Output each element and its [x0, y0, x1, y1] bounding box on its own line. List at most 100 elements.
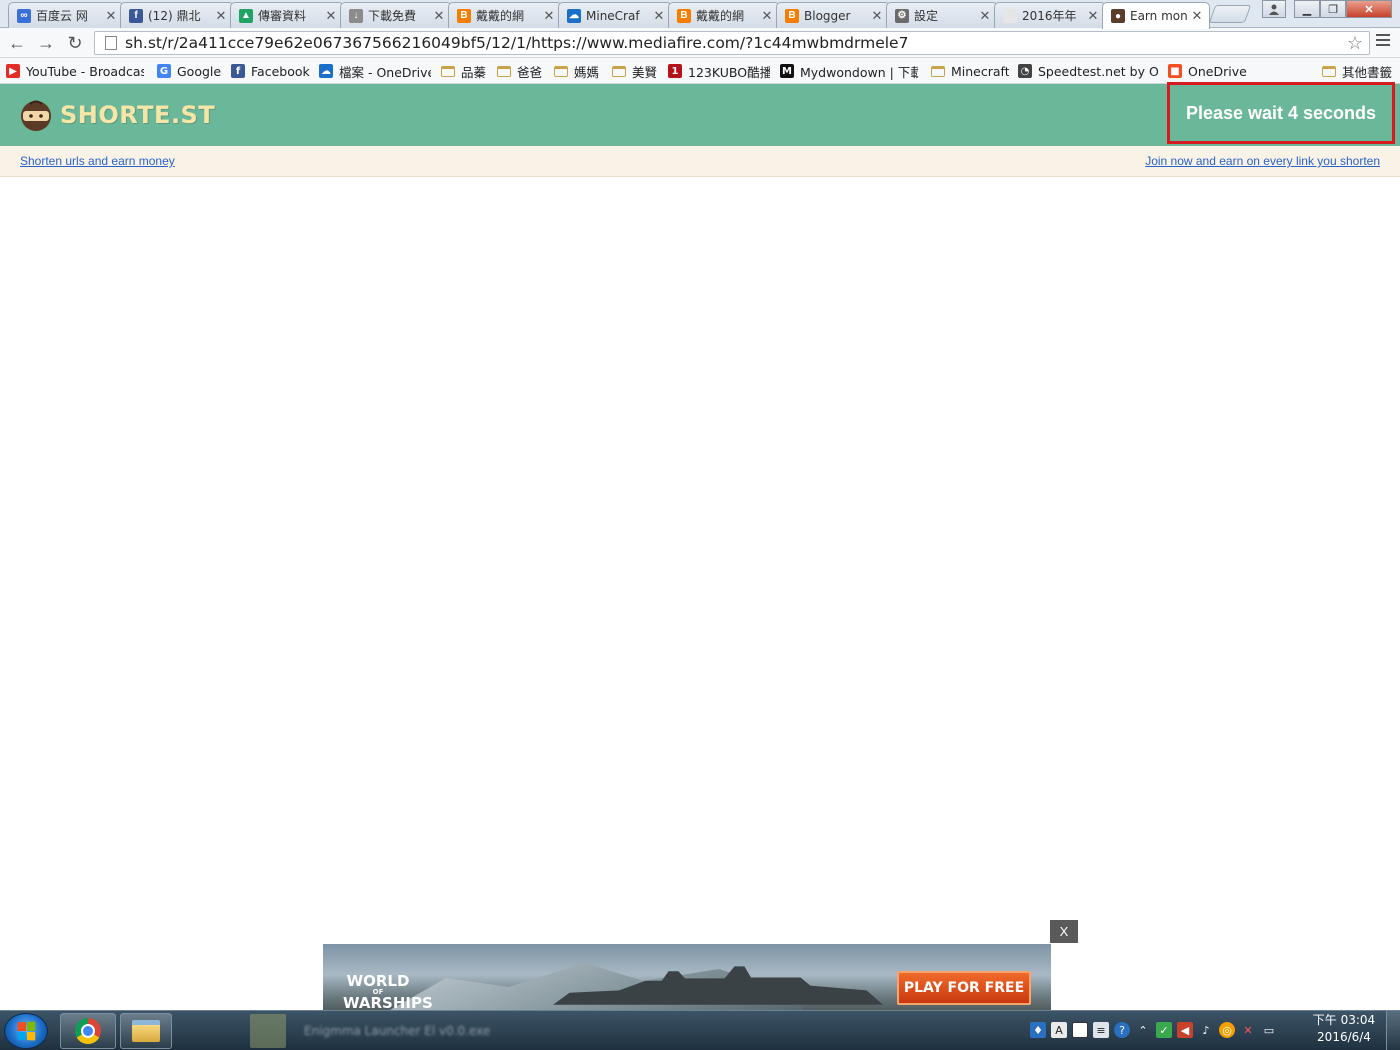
browser-tab[interactable]: B 戴戴的網 ✕ — [448, 2, 562, 28]
onedrive-icon: ☁ — [319, 64, 333, 78]
bookmark-item[interactable]: Minecraft — [931, 62, 1009, 80]
join-now-link[interactable]: Join now and earn on every link you shor… — [1145, 154, 1380, 168]
tab-close-icon[interactable]: ✕ — [761, 8, 773, 24]
browser-tab[interactable]: ▲ 傳審資料 ✕ — [230, 2, 344, 28]
other-bookmarks[interactable]: 其他書籤 — [1322, 62, 1392, 80]
tab-favicon-icon: f — [129, 8, 143, 23]
minimize-button[interactable]: ▁ — [1294, 0, 1320, 18]
site-logo-text[interactable]: SHORTE.ST — [60, 101, 215, 129]
wait-countdown-box: Please wait 4 seconds — [1167, 82, 1395, 144]
back-button[interactable]: ← — [6, 32, 28, 54]
ime-a-icon[interactable]: A — [1051, 1022, 1067, 1038]
tab-close-icon[interactable]: ✕ — [1191, 8, 1203, 24]
bookmark-item[interactable]: ■ OneDrive — [1168, 62, 1248, 80]
bookmark-label: YouTube - Broadcast — [26, 63, 144, 79]
new-tab-button[interactable] — [1208, 5, 1252, 23]
file-explorer-icon — [132, 1020, 160, 1042]
system-clock[interactable]: 下午 03:04 2016/6/4 — [1308, 1012, 1380, 1048]
browser-tab[interactable]: B Blogger ✕ — [776, 2, 890, 28]
ime-mode-icon[interactable] — [1072, 1022, 1088, 1038]
shield-icon[interactable]: ♦ — [1030, 1022, 1046, 1038]
browser-tab[interactable]: B 戴戴的網 ✕ — [668, 2, 780, 28]
browser-tab[interactable]: ● Earn mon ✕ — [1102, 2, 1210, 29]
tab-title: 設定 — [914, 9, 939, 23]
tab-close-icon[interactable]: ✕ — [653, 8, 665, 24]
bookmark-item[interactable]: 媽媽 — [554, 62, 602, 80]
bookmark-item[interactable]: ◔ Speedtest.net by Ookla — [1018, 62, 1158, 80]
chrome-menu-button[interactable] — [1376, 34, 1390, 50]
tab-close-icon[interactable]: ✕ — [871, 8, 883, 24]
ghost-window-text: Enigmma Launcher El v0.0.exe — [304, 1024, 491, 1038]
bookmark-item[interactable]: ☁ 檔案 - OneDrive — [319, 62, 431, 80]
security-check-icon[interactable]: ✓ — [1156, 1022, 1172, 1038]
reload-button[interactable]: ↻ — [64, 32, 86, 54]
profile-button[interactable] — [1262, 0, 1286, 18]
tab-title: 下載免費 — [368, 9, 417, 23]
folder-icon — [554, 65, 568, 77]
close-window-button[interactable]: ✕ — [1346, 0, 1392, 18]
bookmark-item[interactable]: ▶ YouTube - Broadcast — [6, 62, 144, 80]
ad-brand-logo: WORLD OF WARSHIPS — [343, 954, 433, 1011]
tab-close-icon[interactable]: ✕ — [325, 8, 337, 24]
google-icon: G — [157, 64, 171, 78]
tab-title: 戴戴的網 — [696, 9, 745, 23]
tab-favicon-icon: ↓ — [349, 8, 363, 23]
bookmark-item[interactable]: 美賢 — [612, 62, 660, 80]
address-url[interactable]: sh.st/r/2a411cce79e62e067367566216049bf5… — [125, 34, 908, 52]
world-of-warships-ad-banner[interactable]: WORLD OF WARSHIPS PLAY FOR FREE — [323, 944, 1051, 1012]
tab-title: Blogger — [804, 8, 851, 23]
tab-close-icon[interactable]: ✕ — [543, 8, 555, 24]
tab-close-icon[interactable]: ✕ — [105, 8, 117, 24]
bookmark-label: Mydwondown | 下載 — [800, 64, 918, 80]
taskbar-ghost-window: Enigmma Launcher El v0.0.exe — [180, 1013, 1020, 1049]
tab-title: 2016年年 — [1022, 9, 1077, 23]
tab-favicon-icon: ▲ — [239, 8, 253, 23]
ad-close-button[interactable]: X — [1050, 920, 1078, 943]
ime-settings-icon[interactable]: ≡ — [1093, 1022, 1109, 1038]
action-center-icon[interactable]: ▭ — [1261, 1022, 1277, 1038]
bookmark-star-icon[interactable]: ☆ — [1347, 33, 1363, 54]
shorten-urls-link[interactable]: Shorten urls and earn money — [20, 154, 175, 168]
show-desktop-button[interactable] — [1386, 1011, 1400, 1050]
bookmark-item[interactable]: 1 123KUBO酷播 — [668, 62, 770, 80]
bookmark-label: Google — [177, 63, 221, 79]
browser-tab[interactable]: ↓ 下載免費 ✕ — [340, 2, 452, 28]
play-for-free-button[interactable]: PLAY FOR FREE — [897, 971, 1031, 1005]
chrome-icon — [75, 1018, 101, 1044]
browser-tab[interactable]: f (12) 鼎北 ✕ — [120, 2, 234, 28]
forward-button[interactable]: → — [35, 32, 57, 54]
clock-date: 2016/6/4 — [1317, 1030, 1371, 1044]
browser-tab[interactable]: 2016年年 ✕ — [994, 2, 1106, 28]
restore-icon: ❐ — [1328, 3, 1338, 16]
address-bar[interactable]: sh.st/r/2a411cce79e62e067367566216049bf5… — [94, 31, 1370, 55]
m-logo-icon: M — [780, 64, 794, 78]
bookmark-item[interactable]: 品蓁 — [441, 62, 489, 80]
bookmarks-bar: 其他書籤 ▶ YouTube - Broadcast G Google f Faceboo… — [0, 58, 1400, 84]
folder-icon — [441, 65, 455, 77]
bookmark-item[interactable]: G Google — [157, 62, 221, 80]
bookmark-item[interactable]: 爸爸 — [497, 62, 545, 80]
browser-tab[interactable]: ∞ 百度云 网 ✕ — [8, 2, 124, 28]
shortest-ninja-logo-icon[interactable] — [20, 98, 52, 132]
browser-tab[interactable]: ⚙ 設定 ✕ — [886, 2, 998, 28]
bookmark-label: Speedtest.net by Ookla — [1038, 63, 1158, 79]
tray-expand-icon[interactable]: ⌃ — [1135, 1022, 1151, 1038]
bookmark-item[interactable]: f Facebook — [231, 62, 311, 80]
tab-close-icon[interactable]: ✕ — [215, 8, 227, 24]
help-icon[interactable]: ? — [1114, 1022, 1130, 1038]
restore-button[interactable]: ❐ — [1320, 0, 1346, 18]
taskbar-explorer[interactable] — [120, 1013, 172, 1049]
bookmark-item[interactable]: M Mydwondown | 下載 — [780, 62, 918, 80]
alert-icon[interactable]: ◀ — [1177, 1022, 1193, 1038]
tab-close-icon[interactable]: ✕ — [979, 8, 991, 24]
browser-tab[interactable]: ☁ MineCraf ✕ — [558, 2, 672, 28]
update-icon[interactable]: ◎ — [1219, 1022, 1235, 1038]
tab-close-icon[interactable]: ✕ — [433, 8, 445, 24]
start-button[interactable] — [4, 1013, 48, 1049]
windows-icon: ■ — [1168, 64, 1182, 78]
network-error-icon[interactable]: ✕ — [1240, 1022, 1256, 1038]
close-icon: ✕ — [1364, 3, 1374, 16]
taskbar-chrome[interactable] — [60, 1013, 116, 1049]
volume-icon[interactable]: ♪ — [1198, 1022, 1214, 1038]
tab-close-icon[interactable]: ✕ — [1087, 8, 1099, 24]
